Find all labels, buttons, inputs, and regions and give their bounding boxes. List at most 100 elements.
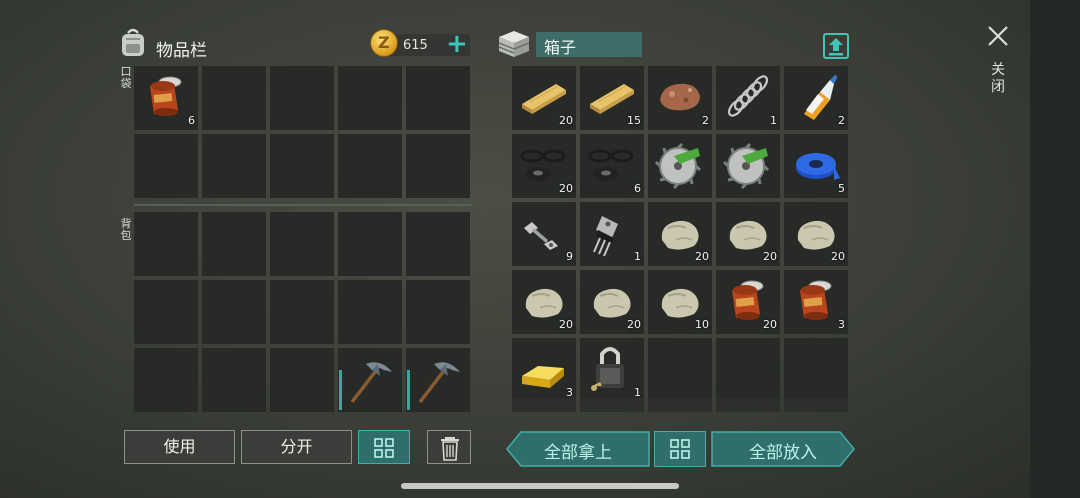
backpack-icon	[122, 28, 144, 56]
inventory-header: 物品栏 Z 615 +	[118, 26, 470, 62]
split-button[interactable]: 分开	[241, 430, 352, 464]
box-slot[interactable]: 1	[580, 338, 644, 402]
box-slot[interactable]: 6	[580, 134, 644, 198]
box-slot[interactable]: 3	[512, 338, 576, 402]
item-quantity: 20	[763, 250, 777, 263]
close-icon[interactable]	[986, 24, 1010, 48]
use-button[interactable]: 使用	[124, 430, 235, 464]
section-divider	[134, 204, 472, 206]
item-quantity: 1	[634, 250, 641, 263]
pocket-slot[interactable]	[134, 134, 198, 198]
box-slot[interactable]: 1	[580, 202, 644, 266]
box-slot[interactable]: 20	[512, 270, 576, 334]
pocket-slot[interactable]	[270, 134, 334, 198]
pickaxe-icon	[418, 362, 460, 404]
pickaxe-icon	[350, 362, 392, 404]
backpack-slot[interactable]	[338, 212, 402, 276]
pocket-grid: 6	[134, 66, 470, 198]
backpack-slot[interactable]	[338, 280, 402, 344]
coin-icon: Z	[370, 29, 398, 57]
backpack-slot[interactable]	[134, 212, 198, 276]
box-sort-button[interactable]	[654, 431, 706, 467]
box-slot[interactable]	[716, 134, 780, 198]
item-quantity: 1	[770, 114, 777, 127]
gold-bar-icon	[522, 366, 564, 388]
take-all-label: 全部拿上	[544, 443, 612, 463]
backpack-slot[interactable]	[202, 280, 266, 344]
box-slot[interactable]: 20	[648, 202, 712, 266]
item-quantity: 2	[838, 114, 845, 127]
box-slot[interactable]: 20	[512, 134, 576, 198]
inventory-sort-button[interactable]	[358, 430, 410, 464]
bolts-icon	[524, 222, 558, 250]
backpack-slot[interactable]	[270, 212, 334, 276]
screen-edge	[1030, 0, 1080, 498]
storage-box-icon	[498, 31, 530, 57]
box-slot[interactable]	[648, 338, 712, 402]
item-quantity: 20	[831, 250, 845, 263]
box-slot[interactable]: 2	[648, 66, 712, 130]
pocket-slot[interactable]	[406, 66, 470, 130]
box-slot[interactable]: 15	[580, 66, 644, 130]
canned-food-icon	[800, 280, 832, 320]
backpack-slot[interactable]	[338, 348, 402, 412]
box-slot[interactable]: 2	[784, 66, 848, 130]
upload-icon[interactable]	[822, 32, 850, 60]
box-slot[interactable]: 20	[512, 66, 576, 130]
sort-icon	[374, 438, 394, 458]
item-quantity: 15	[627, 114, 641, 127]
add-currency-button[interactable]: +	[446, 31, 468, 57]
backpack-slot[interactable]	[202, 348, 266, 412]
box-name-field[interactable]: 箱子	[536, 32, 642, 57]
pocket-slot[interactable]	[338, 134, 402, 198]
box-slot[interactable]	[716, 338, 780, 402]
home-indicator[interactable]	[401, 483, 679, 489]
backpack-slot[interactable]	[134, 280, 198, 344]
inventory-title: 物品栏	[156, 41, 207, 61]
box-slot[interactable]: 9	[512, 202, 576, 266]
item-quantity: 9	[566, 250, 573, 263]
pocket-slot[interactable]	[270, 66, 334, 130]
iron-ore-icon	[660, 83, 700, 111]
backpack-slot[interactable]	[406, 280, 470, 344]
pocket-slot[interactable]	[338, 66, 402, 130]
item-quantity: 20	[695, 250, 709, 263]
trash-button[interactable]	[427, 430, 471, 464]
box-grid-next-row	[512, 398, 850, 412]
pocket-slot[interactable]	[202, 66, 266, 130]
box-slot[interactable]	[648, 134, 712, 198]
box-slot[interactable]: 20	[716, 202, 780, 266]
box-slot[interactable]: 5	[784, 134, 848, 198]
backpack-slot[interactable]	[270, 280, 334, 344]
saw-blade-icon	[654, 142, 702, 190]
item-quantity: 3	[838, 318, 845, 331]
currency-value: 615	[403, 38, 428, 53]
take-all-button[interactable]: 全部拿上	[506, 431, 650, 467]
durability-bar	[339, 370, 342, 410]
item-quantity: 20	[559, 182, 573, 195]
box-slot[interactable]: 20	[716, 270, 780, 334]
transistor-icon	[593, 216, 618, 257]
item-quantity: 10	[695, 318, 709, 331]
backpack-slot[interactable]	[270, 348, 334, 412]
box-slot[interactable]: 10	[648, 270, 712, 334]
pocket-slot[interactable]: 6	[134, 66, 198, 130]
box-slot[interactable]: 1	[716, 66, 780, 130]
glue-icon	[804, 74, 837, 120]
close-label[interactable]: 关闭	[990, 62, 1006, 96]
box-slot[interactable]: 20	[784, 202, 848, 266]
padlock-icon	[591, 347, 624, 391]
saw-blade-icon	[722, 142, 770, 190]
box-slot[interactable]	[784, 338, 848, 402]
box-slot[interactable]: 3	[784, 270, 848, 334]
put-all-button[interactable]: 全部放入	[711, 431, 855, 467]
pocket-slot[interactable]	[202, 134, 266, 198]
backpack-slot[interactable]	[202, 212, 266, 276]
backpack-slot[interactable]	[406, 212, 470, 276]
item-quantity: 20	[627, 318, 641, 331]
box-slot[interactable]: 20	[580, 270, 644, 334]
spring-icon	[727, 75, 769, 117]
backpack-slot[interactable]	[406, 348, 470, 412]
pocket-slot[interactable]	[406, 134, 470, 198]
backpack-slot[interactable]	[134, 348, 198, 412]
